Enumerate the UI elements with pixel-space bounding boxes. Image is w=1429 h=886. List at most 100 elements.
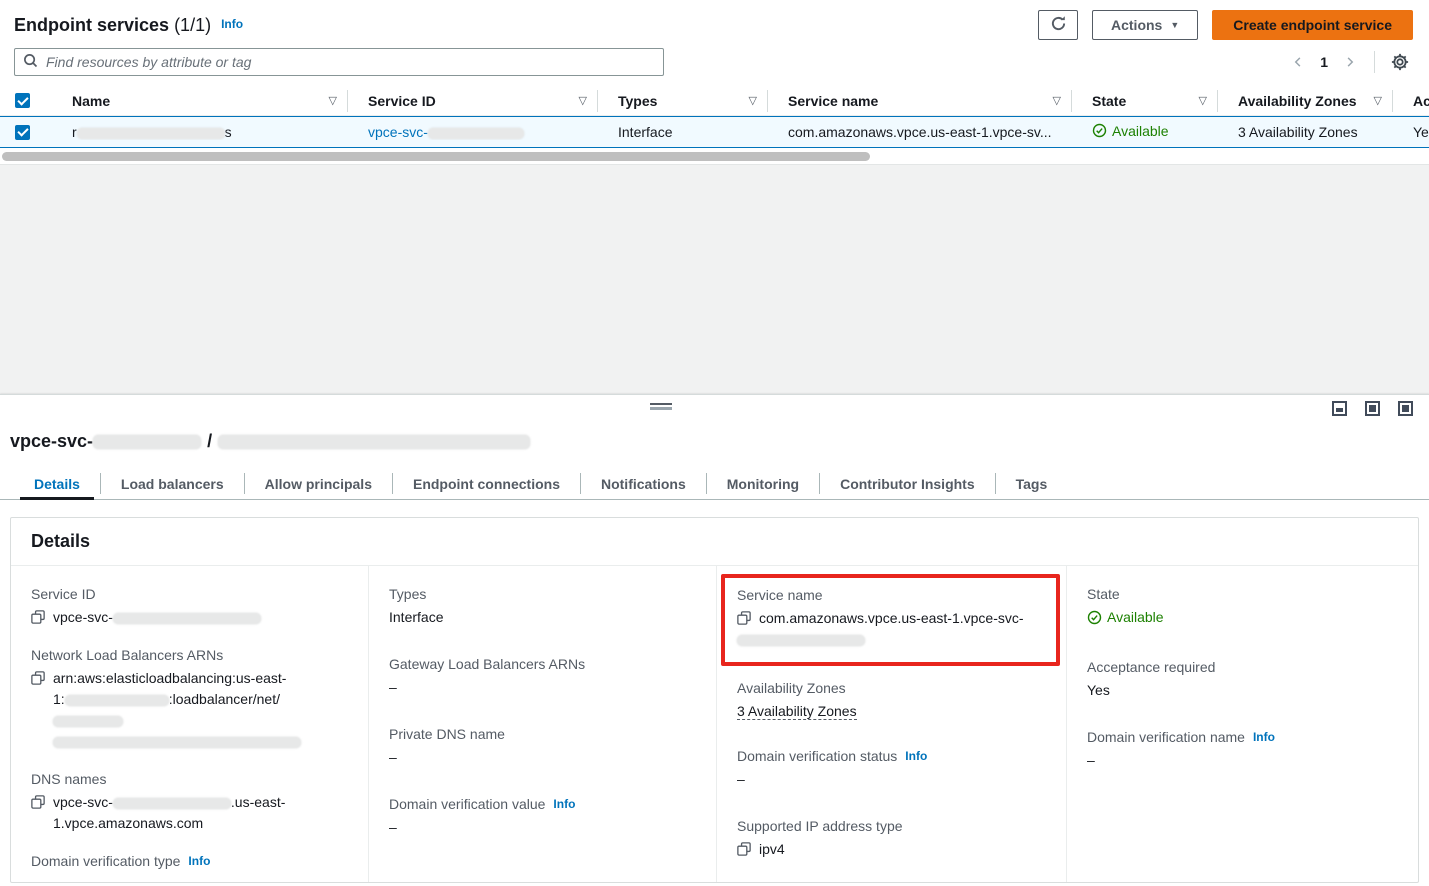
select-all-checkbox[interactable] [15,93,30,108]
tab-monitoring[interactable]: Monitoring [707,468,819,499]
table-header-row: Name ▽ Service ID ▽ Types ▽ Service name… [0,86,1429,116]
gear-icon[interactable] [1387,49,1413,75]
endpoint-services-table: Name ▽ Service ID ▽ Types ▽ Service name… [0,86,1429,164]
row-service-id-cell: vpce-svc- [348,124,598,140]
tab-contributor-insights[interactable]: Contributor Insights [820,468,995,499]
copy-icon[interactable] [31,795,45,809]
panel-size-medium-icon[interactable] [1365,401,1380,416]
info-link[interactable]: Info [188,854,210,868]
tab-allow-principals[interactable]: Allow principals [245,468,392,499]
sort-icon[interactable]: ▽ [1374,94,1382,107]
panel-title-prefix: vpce-svc- [10,431,93,451]
actions-label: Actions [1111,17,1162,33]
row-state-cell: Available [1072,123,1218,142]
sort-icon[interactable]: ▽ [1053,94,1061,107]
tab-tags[interactable]: Tags [996,468,1068,499]
field-label: Availability Zones [737,680,1046,696]
info-link[interactable]: Info [1253,730,1275,744]
create-endpoint-service-button[interactable]: Create endpoint service [1212,10,1413,40]
column-header-state-label: State [1092,93,1126,109]
title-info-link[interactable]: Info [221,17,243,31]
panel-title-separator: / [207,431,212,451]
horizontal-scrollbar [0,148,1429,164]
row-state-text: Available [1112,123,1169,139]
sort-icon[interactable]: ▽ [1199,94,1207,107]
column-header-types[interactable]: Types ▽ [598,90,768,112]
details-column-3: Service name com.amazonaws.vpce.us-east-… [716,566,1066,883]
service-name-value: com.amazonaws.vpce.us-east-1.vpce-svc- [759,608,1024,650]
toolbar: Endpoint services (1/1) Info Actions ▼ C… [0,0,1429,40]
search-row: 1 [0,40,1429,76]
actions-button[interactable]: Actions ▼ [1092,10,1198,40]
info-link[interactable]: Info [905,749,927,763]
sort-icon[interactable]: ▽ [579,94,587,107]
field-glb-arns: Gateway Load Balancers ARNs – [389,656,696,698]
tab-notifications[interactable]: Notifications [581,468,706,499]
service-id-value: vpce-svc- [53,607,261,628]
field-label: DNS names [31,771,348,787]
availability-zones-popover-link[interactable]: 3 Availability Zones [1238,124,1358,140]
row-acceptance-cell: Yes [1393,124,1429,140]
sort-icon[interactable]: ▽ [329,94,337,107]
search-input[interactable] [46,54,655,70]
panel-size-small-icon[interactable] [1332,401,1347,416]
column-header-state[interactable]: State ▽ [1072,90,1218,112]
details-card-header: Details [11,518,1418,566]
field-dns-names: DNS names vpce-svc-.us-east- 1.vpce.amaz… [31,771,348,834]
current-page-number[interactable]: 1 [1314,54,1334,70]
panel-resize-handle[interactable] [650,403,672,410]
state-value: Available [1107,607,1164,628]
details-column-2: Types Interface Gateway Load Balancers A… [368,566,716,883]
refresh-icon [1050,15,1067,35]
next-page-button[interactable] [1338,50,1362,74]
page-title: Endpoint services [14,15,169,36]
copy-icon[interactable] [737,611,751,625]
search-box [14,48,664,76]
refresh-button[interactable] [1038,10,1078,40]
content-background [0,164,1429,394]
pagination-divider [1374,51,1375,73]
field-value-empty: – [389,677,696,698]
field-private-dns-name: Private DNS name – [389,726,696,768]
page-count: (1/1) [174,15,211,36]
column-header-availability-zones[interactable]: Availability Zones ▽ [1218,90,1393,112]
panel-size-controls [1332,401,1413,416]
column-header-service-name[interactable]: Service name ▽ [768,90,1072,112]
copy-icon[interactable] [737,842,751,856]
column-header-availability-zones-label: Availability Zones [1238,93,1357,109]
row-types-cell: Interface [598,124,768,140]
column-header-acceptance-label: Acceptance required [1413,93,1429,109]
field-domain-verification-value: Domain verification valueInfo – [389,796,696,838]
field-label: State [1087,586,1398,602]
sort-icon[interactable]: ▽ [749,94,757,107]
field-availability-zones: Availability Zones 3 Availability Zones [737,680,1046,722]
panel-size-full-icon[interactable] [1398,401,1413,416]
tab-details[interactable]: Details [14,468,100,499]
redacted-text [737,635,865,646]
horizontal-scrollbar-thumb[interactable] [2,152,870,161]
info-link[interactable]: Info [553,797,575,811]
row-checkbox[interactable] [15,125,30,140]
field-label: Private DNS name [389,726,696,742]
details-split-panel: vpce-svc- / Details Load balancers Allow … [0,394,1429,886]
previous-page-button[interactable] [1286,50,1310,74]
column-header-service-name-label: Service name [788,93,878,109]
availability-zones-popover-link[interactable]: 3 Availability Zones [737,703,857,720]
field-label: Types [389,586,696,602]
field-supported-ip-type: Supported IP address type ipv4 [737,818,1046,860]
copy-icon[interactable] [31,671,45,685]
column-header-name[interactable]: Name ▽ [44,90,348,112]
field-label: Domain verification typeInfo [31,853,348,869]
field-label: Service name [737,587,1044,603]
column-header-service-id[interactable]: Service ID ▽ [348,90,598,112]
redacted-text [113,613,261,624]
field-label: Network Load Balancers ARNs [31,647,348,663]
column-header-acceptance[interactable]: Acceptance required [1393,90,1429,112]
service-id-link[interactable]: vpce-svc- [368,124,524,140]
tab-endpoint-connections[interactable]: Endpoint connections [393,468,580,499]
panel-tabs: Details Load balancers Allow principals … [0,468,1429,500]
copy-icon[interactable] [31,610,45,624]
details-column-1: Service ID vpce-svc- Network Load Balanc… [11,566,368,883]
tab-load-balancers[interactable]: Load balancers [101,468,244,499]
table-row[interactable]: rs vpce-svc- Interface com.amazonaws.vpc… [0,116,1429,148]
